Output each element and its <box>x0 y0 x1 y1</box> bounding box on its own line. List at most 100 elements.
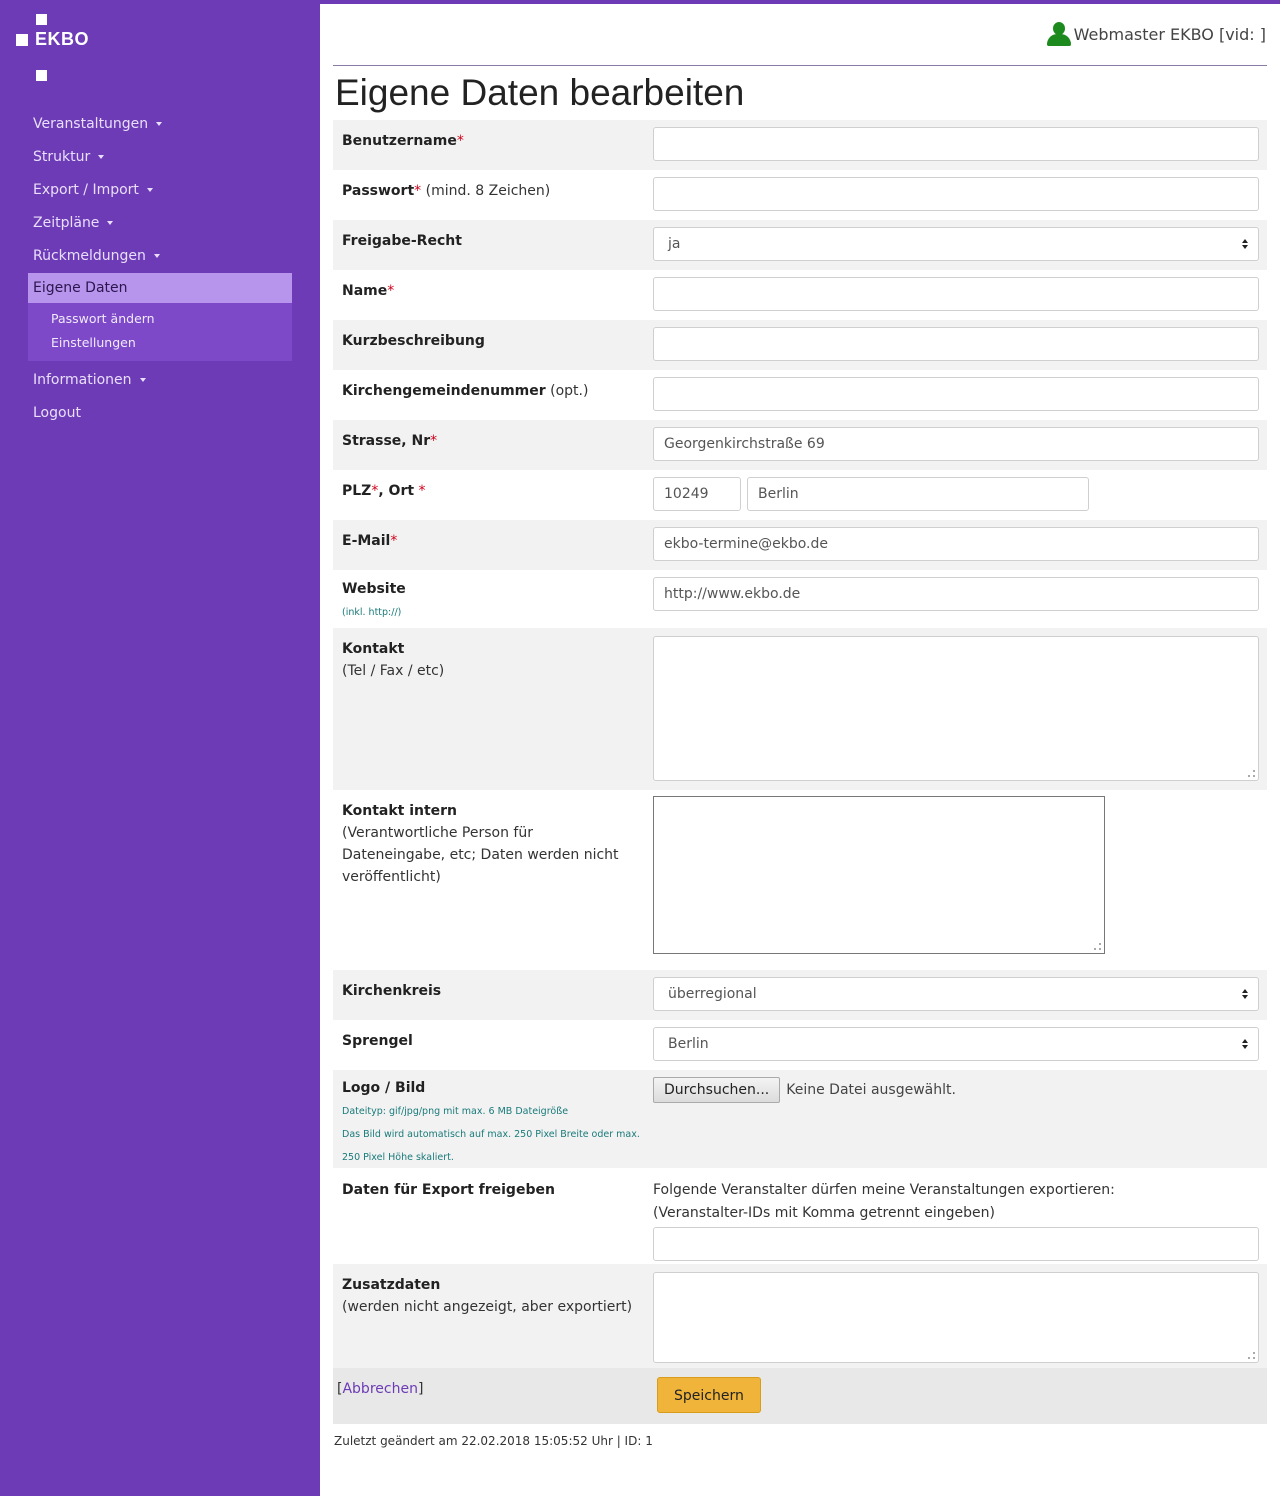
sidebar-subnav: Passwort ändern Einstellungen <box>28 303 292 361</box>
export-text-hint: (Veranstalter-IDs mit Komma getrennt ein… <box>653 1205 995 1221</box>
sidebar-item-zeitplaene[interactable]: Zeitpläne <box>28 207 292 240</box>
cancel-link[interactable]: Abbrechen <box>342 1381 417 1397</box>
sidebar-nav: Veranstaltungen Struktur Export / Import… <box>28 108 292 430</box>
kgnr-label: Kirchengemeindenummer <box>342 383 546 399</box>
ort-input[interactable]: Berlin <box>747 477 1089 511</box>
page-title: Eigene Daten bearbeiten <box>335 72 745 113</box>
form-row-sprengel: Sprengel Berlin <box>333 1020 1267 1070</box>
zusatzdaten-label: Zusatzdaten <box>342 1277 441 1293</box>
email-input[interactable]: ekbo-termine@ekbo.de <box>653 527 1259 561</box>
password-label: Passwort <box>342 183 415 199</box>
select-arrows-icon <box>1242 239 1248 251</box>
header-divider <box>333 65 1267 66</box>
sidebar-item-export-import[interactable]: Export / Import <box>28 174 292 207</box>
plz-input[interactable]: 10249 <box>653 477 741 511</box>
sprengel-label: Sprengel <box>342 1033 413 1049</box>
form-row-plz-ort: PLZ*, Ort * 10249 Berlin <box>333 470 1267 520</box>
password-input[interactable] <box>653 177 1259 211</box>
sidebar-item-veranstaltungen[interactable]: Veranstaltungen <box>28 108 292 141</box>
password-note: (mind. 8 Zeichen) <box>425 183 551 199</box>
username-input[interactable] <box>653 127 1259 161</box>
website-label: Website <box>342 581 406 597</box>
logo-square-icon <box>36 14 47 25</box>
required-marker: * <box>456 133 464 149</box>
sidebar-item-label: Rückmeldungen <box>33 248 146 264</box>
caret-down-icon <box>153 254 160 258</box>
ort-label: , Ort <box>378 483 415 499</box>
kontakt-label: Kontakt <box>342 641 405 657</box>
form-row-kurzbeschreibung: Kurzbeschreibung <box>333 320 1267 370</box>
strasse-label: Strasse, Nr <box>342 433 431 449</box>
sidebar-item-label: Veranstaltungen <box>33 116 149 132</box>
form-row-freigabe: Freigabe-Recht ja <box>333 220 1267 270</box>
kirchenkreis-select[interactable]: überregional <box>653 977 1259 1011</box>
sidebar-subitem-einstellungen[interactable]: Einstellungen <box>28 331 292 355</box>
form-row-kontakt: Kontakt (Tel / Fax / etc) <box>333 628 1267 790</box>
form-row-kirchenkreis: Kirchenkreis überregional <box>333 970 1267 1020</box>
resize-grip-icon[interactable] <box>1248 770 1255 777</box>
user-menu[interactable]: Webmaster EKBO [vid: ] <box>1045 22 1266 46</box>
logo-hint-filetype: Dateityp: gif/jpg/png mit max. 6 MB Date… <box>342 1106 569 1117</box>
form-row-logo: Logo / Bild Dateityp: gif/jpg/png mit max… <box>333 1070 1267 1168</box>
form-row-website: Website (inkl. http://) http://www.ekbo.d… <box>333 570 1267 628</box>
kontakt-intern-textarea[interactable] <box>653 796 1105 954</box>
kirchenkreis-value: überregional <box>668 986 757 1002</box>
username-label: Benutzername <box>342 133 457 149</box>
sprengel-select[interactable]: Berlin <box>653 1027 1259 1061</box>
form-row-export: Daten für Export freigeben Folgende Vera… <box>333 1168 1267 1264</box>
kontakt-intern-label: Kontakt intern <box>342 803 458 819</box>
form-row-kirchengemeindenummer: Kirchengemeindenummer (opt.) <box>333 370 1267 420</box>
export-text: Folgende Veranstalter dürfen meine Veran… <box>653 1182 1115 1198</box>
name-input[interactable] <box>653 277 1259 311</box>
zusatzdaten-note: (werden nicht angezeigt, aber exportiert… <box>342 1299 633 1315</box>
caret-down-icon <box>98 155 105 159</box>
strasse-input[interactable]: Georgenkirchstraße 69 <box>653 427 1259 461</box>
required-marker: * <box>414 183 422 199</box>
form-row-email: E-Mail* ekbo-termine@ekbo.de <box>333 520 1267 570</box>
resize-grip-icon[interactable] <box>1248 1352 1255 1359</box>
caret-down-icon <box>156 122 163 126</box>
sidebar-item-informationen[interactable]: Informationen <box>28 364 292 397</box>
sidebar-item-label: Zeitpläne <box>33 215 100 231</box>
sidebar-item-label: Eigene Daten <box>33 280 128 296</box>
user-name: Webmaster EKBO [vid: ] <box>1073 24 1266 44</box>
sidebar-item-label: Informationen <box>33 372 132 388</box>
kontakt-intern-note: (Verantwortliche Person für Dateneingabe… <box>342 825 619 885</box>
sidebar-item-rueckmeldungen[interactable]: Rückmeldungen <box>28 240 292 273</box>
email-label: E-Mail <box>342 533 391 549</box>
required-marker: * <box>430 433 438 449</box>
kontakt-note: (Tel / Fax / etc) <box>342 663 445 679</box>
kgnr-note: (opt.) <box>550 383 589 399</box>
logo-square-icon <box>36 70 47 81</box>
sidebar-item-label: Export / Import <box>33 182 139 198</box>
form-row-password: Passwort* (mind. 8 Zeichen) <box>333 170 1267 220</box>
form-row-username: Benutzername* <box>333 120 1267 170</box>
kontakt-textarea[interactable] <box>653 636 1259 781</box>
zusatzdaten-textarea[interactable] <box>653 1272 1259 1363</box>
kurzbeschreibung-input[interactable] <box>653 327 1259 361</box>
freigabe-select[interactable]: ja <box>653 227 1259 261</box>
form-row-actions: [Abbrechen] Speichern <box>333 1368 1267 1424</box>
sidebar-item-logout[interactable]: Logout <box>28 397 292 430</box>
file-status: Keine Datei ausgewählt. <box>786 1082 956 1098</box>
sidebar-subitem-passwort-aendern[interactable]: Passwort ändern <box>28 307 292 331</box>
user-icon <box>1045 22 1071 46</box>
logo-text: EKBO <box>35 29 90 49</box>
logo-label: Logo / Bild <box>342 1080 426 1096</box>
select-arrows-icon <box>1242 989 1248 1001</box>
caret-down-icon <box>139 378 146 382</box>
sidebar-item-label: Struktur <box>33 149 91 165</box>
freigabe-label: Freigabe-Recht <box>342 233 462 249</box>
sidebar-item-struktur[interactable]: Struktur <box>28 141 292 174</box>
website-input[interactable]: http://www.ekbo.de <box>653 577 1259 611</box>
kurzbeschreibung-label: Kurzbeschreibung <box>342 333 485 349</box>
edit-form: Benutzername* Passwort* (mind. 8 Zeichen… <box>333 120 1267 1424</box>
browse-file-button[interactable]: Durchsuchen... <box>653 1077 781 1103</box>
export-ids-input[interactable] <box>653 1227 1259 1261</box>
select-arrows-icon <box>1242 1039 1248 1051</box>
resize-grip-icon[interactable] <box>1094 943 1101 950</box>
sidebar-item-eigene-daten[interactable]: Eigene Daten <box>28 273 292 303</box>
save-button[interactable]: Speichern <box>657 1377 761 1413</box>
export-label: Daten für Export freigeben <box>342 1182 555 1198</box>
kgnr-input[interactable] <box>653 377 1259 411</box>
